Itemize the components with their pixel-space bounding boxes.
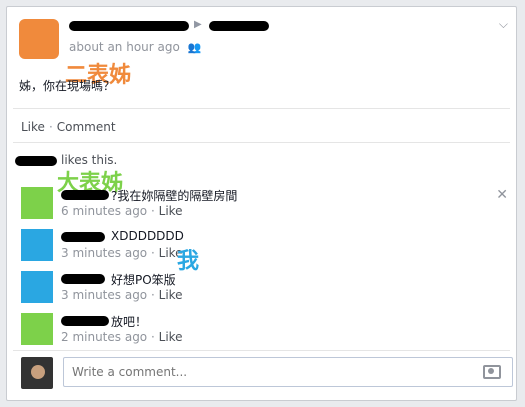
comment-like-button[interactable]: Like	[159, 288, 183, 302]
comment-time[interactable]: 6 minutes ago	[61, 204, 147, 218]
post-timestamp[interactable]: about an hour ago	[69, 40, 180, 54]
comment-item: 好想PO笨版 3 minutes ago · Like	[21, 271, 501, 303]
redacted-name[interactable]	[61, 232, 105, 242]
divider	[13, 350, 510, 351]
redacted-name[interactable]	[61, 274, 105, 284]
redacted-name[interactable]	[61, 190, 109, 200]
comment-item: XDDDDDDD 3 minutes ago · Like	[21, 229, 501, 261]
separator-dot: ·	[48, 120, 53, 134]
comment-time[interactable]: 2 minutes ago	[61, 330, 147, 344]
friends-icon[interactable]: 👥	[188, 41, 202, 54]
post-text: 姊，你在現場嗎？	[19, 79, 116, 93]
redacted-name[interactable]	[61, 316, 109, 326]
comment-time[interactable]: 3 minutes ago	[61, 246, 147, 260]
commenter-avatar[interactable]	[21, 313, 53, 345]
separator-dot: ·	[150, 288, 155, 302]
post-meta: about an hour ago 👥	[69, 40, 201, 54]
commenter-avatar[interactable]	[21, 229, 53, 261]
separator-dot: ·	[150, 246, 155, 260]
comment-meta: 3 minutes ago · Like	[61, 288, 183, 302]
separator-dot: ·	[150, 330, 155, 344]
separator-dot: ·	[150, 204, 155, 218]
comment-text: 好想PO笨版	[111, 273, 176, 287]
redacted-name	[69, 21, 189, 31]
comment-meta: 3 minutes ago · Like	[61, 246, 183, 260]
commenter-avatar[interactable]	[21, 187, 53, 219]
comment-meta: 6 minutes ago · Like	[61, 204, 183, 218]
author-name-line[interactable]: ▶	[69, 19, 279, 33]
comment-like-button[interactable]: Like	[159, 330, 183, 344]
divider	[13, 142, 510, 143]
redacted-name	[209, 21, 269, 31]
comment-input[interactable]	[63, 357, 513, 387]
comment-text: XDDDDDDD	[111, 229, 184, 243]
comment-item: ?我在妳隔壁的隔壁房間 6 minutes ago · Like	[21, 187, 501, 219]
chevron-down-icon[interactable]: ⌵	[499, 17, 508, 32]
like-button[interactable]: Like	[21, 120, 45, 134]
comment-like-button[interactable]: Like	[159, 204, 183, 218]
comment-time[interactable]: 3 minutes ago	[61, 288, 147, 302]
post-actions: Like · Comment	[21, 120, 116, 134]
comment-meta: 2 minutes ago · Like	[61, 330, 183, 344]
comment-text: ?我在妳隔壁的隔壁房間	[111, 189, 238, 203]
author-avatar[interactable]	[19, 19, 59, 59]
user-avatar[interactable]	[21, 357, 53, 389]
camera-icon[interactable]	[483, 365, 501, 379]
redacted-name[interactable]	[15, 155, 57, 166]
divider	[13, 108, 510, 109]
commenter-avatar[interactable]	[21, 271, 53, 303]
arrow-right-icon: ▶	[194, 19, 202, 30]
comment-item: 放吧！ 2 minutes ago · Like	[21, 313, 501, 345]
post-card: ▶ about an hour ago 👥 ⌵ 二表姊 姊，你在現場嗎？ Lik…	[6, 6, 517, 401]
comment-button[interactable]: Comment	[57, 120, 116, 134]
comment-text: 放吧！	[111, 315, 148, 329]
comment-composer	[21, 357, 513, 389]
